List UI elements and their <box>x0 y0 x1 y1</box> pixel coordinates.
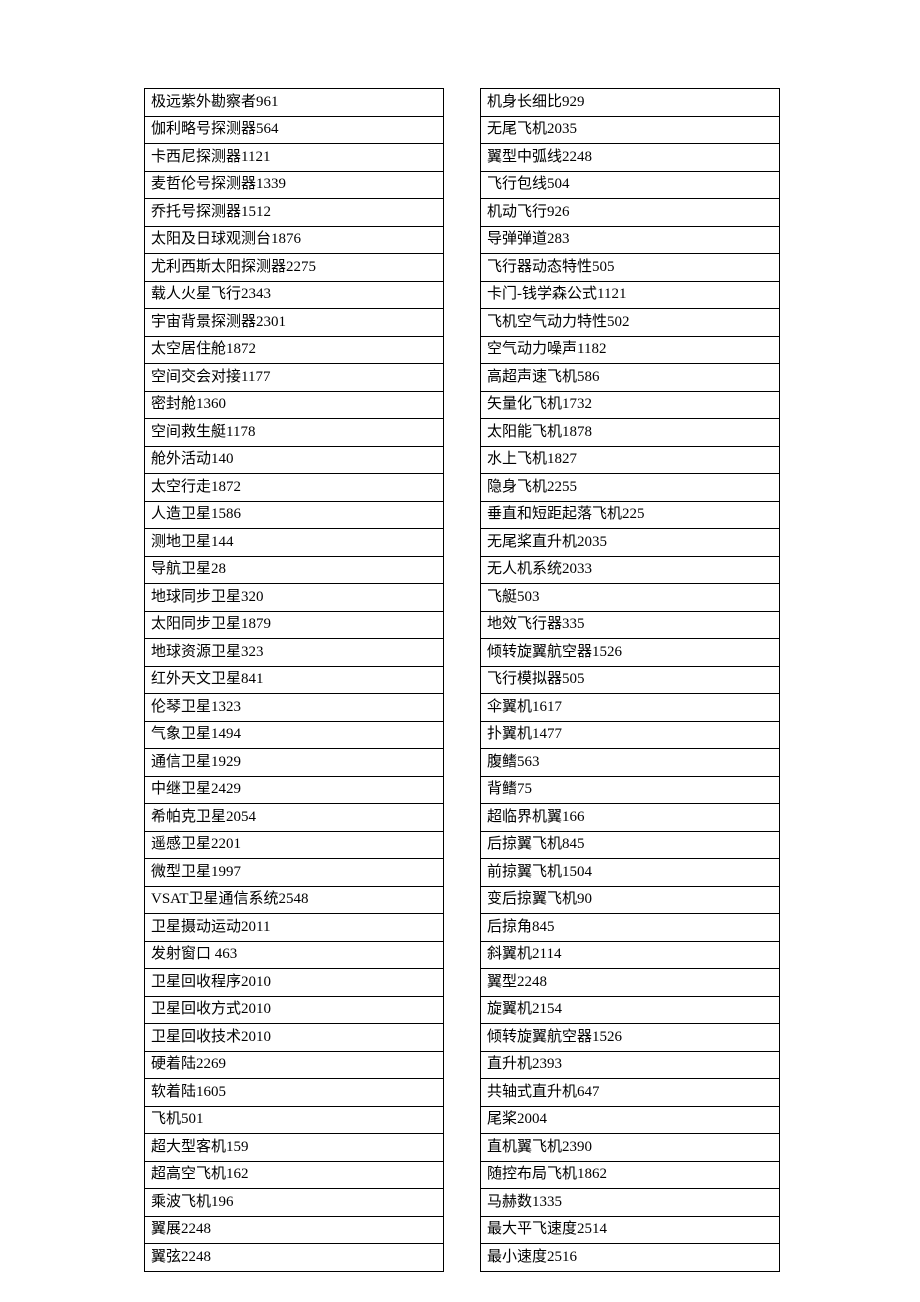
index-entry: 载人火星飞行2343 <box>144 281 444 309</box>
index-entry: 尤利西斯太阳探测器2275 <box>144 253 444 281</box>
index-entry: 变后掠翼飞机90 <box>480 886 780 914</box>
left-column: 极远紫外勘察者961伽利略号探测器564卡西尼探测器1121麦哲伦号探测器133… <box>144 88 444 1272</box>
index-entry: 翼型中弧线2248 <box>480 143 780 171</box>
index-entry: 舱外活动140 <box>144 446 444 474</box>
index-entry: 遥感卫星2201 <box>144 831 444 859</box>
index-entry: 最大平飞速度2514 <box>480 1216 780 1244</box>
index-entry: 斜翼机2114 <box>480 941 780 969</box>
index-entry: VSAT卫星通信系统2548 <box>144 886 444 914</box>
index-entry: 无尾飞机2035 <box>480 116 780 144</box>
index-entry: 地球同步卫星320 <box>144 583 444 611</box>
index-entry: 矢量化飞机1732 <box>480 391 780 419</box>
index-entry: 卡西尼探测器1121 <box>144 143 444 171</box>
index-entry: 密封舱1360 <box>144 391 444 419</box>
index-entry: 太阳能飞机1878 <box>480 418 780 446</box>
index-entry: 空间救生艇1178 <box>144 418 444 446</box>
index-entry: 超大型客机159 <box>144 1133 444 1161</box>
index-entry: 太空居住舱1872 <box>144 336 444 364</box>
index-entry: 机动飞行926 <box>480 198 780 226</box>
index-entry: 腹鳍563 <box>480 748 780 776</box>
index-entry: 伦琴卫星1323 <box>144 693 444 721</box>
index-entry: 卡门-钱学森公式1121 <box>480 281 780 309</box>
index-entry: 测地卫星144 <box>144 528 444 556</box>
index-entry: 导航卫星28 <box>144 556 444 584</box>
index-entry: 无人机系统2033 <box>480 556 780 584</box>
index-entry: 卫星回收方式2010 <box>144 996 444 1024</box>
index-entry: 伞翼机1617 <box>480 693 780 721</box>
index-entry: 中继卫星2429 <box>144 776 444 804</box>
index-entry: 麦哲伦号探测器1339 <box>144 171 444 199</box>
index-entry: 倾转旋翼航空器1526 <box>480 638 780 666</box>
index-entry: 通信卫星1929 <box>144 748 444 776</box>
index-entry: 卫星回收程序2010 <box>144 968 444 996</box>
index-entry: 背鳍75 <box>480 776 780 804</box>
index-entry: 旋翼机2154 <box>480 996 780 1024</box>
index-entry: 机身长细比929 <box>480 88 780 116</box>
index-entry: 地效飞行器335 <box>480 611 780 639</box>
index-entry: 地球资源卫星323 <box>144 638 444 666</box>
index-entry: 红外天文卫星841 <box>144 666 444 694</box>
index-entry: 直升机2393 <box>480 1051 780 1079</box>
index-entry: 太阳及日球观测台1876 <box>144 226 444 254</box>
index-entry: 尾桨2004 <box>480 1106 780 1134</box>
index-entry: 乘波飞机196 <box>144 1188 444 1216</box>
index-entry: 翼弦2248 <box>144 1243 444 1272</box>
index-entry: 空气动力噪声1182 <box>480 336 780 364</box>
index-entry: 翼型2248 <box>480 968 780 996</box>
index-entry: 后掠角845 <box>480 913 780 941</box>
index-entry: 飞行模拟器505 <box>480 666 780 694</box>
index-entry: 飞机空气动力特性502 <box>480 308 780 336</box>
index-entry: 倾转旋翼航空器1526 <box>480 1023 780 1051</box>
index-entry: 直机翼飞机2390 <box>480 1133 780 1161</box>
index-entry: 垂直和短距起落飞机225 <box>480 501 780 529</box>
index-entry: 卫星摄动运动2011 <box>144 913 444 941</box>
index-entry: 隐身飞机2255 <box>480 473 780 501</box>
index-entry: 共轴式直升机647 <box>480 1078 780 1106</box>
right-column: 机身长细比929无尾飞机2035翼型中弧线2248飞行包线504机动飞行926导… <box>480 88 780 1272</box>
index-entry: 极远紫外勘察者961 <box>144 88 444 116</box>
document-page: 极远紫外勘察者961伽利略号探测器564卡西尼探测器1121麦哲伦号探测器133… <box>0 0 920 1302</box>
index-entry: 超高空飞机162 <box>144 1161 444 1189</box>
index-entry: 导弹弹道283 <box>480 226 780 254</box>
index-entry: 硬着陆2269 <box>144 1051 444 1079</box>
index-entry: 飞艇503 <box>480 583 780 611</box>
index-entry: 随控布局飞机1862 <box>480 1161 780 1189</box>
index-entry: 宇宙背景探测器2301 <box>144 308 444 336</box>
index-entry: 软着陆1605 <box>144 1078 444 1106</box>
index-entry: 太阳同步卫星1879 <box>144 611 444 639</box>
index-entry: 扑翼机1477 <box>480 721 780 749</box>
index-entry: 卫星回收技术2010 <box>144 1023 444 1051</box>
index-entry: 无尾桨直升机2035 <box>480 528 780 556</box>
index-entry: 后掠翼飞机845 <box>480 831 780 859</box>
index-entry: 高超声速飞机586 <box>480 363 780 391</box>
index-entry: 乔托号探测器1512 <box>144 198 444 226</box>
index-entry: 空间交会对接1177 <box>144 363 444 391</box>
index-entry: 人造卫星1586 <box>144 501 444 529</box>
index-entry: 飞行器动态特性505 <box>480 253 780 281</box>
two-column-layout: 极远紫外勘察者961伽利略号探测器564卡西尼探测器1121麦哲伦号探测器133… <box>144 88 920 1272</box>
index-entry: 发射窗口 463 <box>144 941 444 969</box>
index-entry: 马赫数1335 <box>480 1188 780 1216</box>
index-entry: 希帕克卫星2054 <box>144 803 444 831</box>
index-entry: 微型卫星1997 <box>144 858 444 886</box>
index-entry: 超临界机翼166 <box>480 803 780 831</box>
index-entry: 前掠翼飞机1504 <box>480 858 780 886</box>
index-entry: 飞机501 <box>144 1106 444 1134</box>
index-entry: 飞行包线504 <box>480 171 780 199</box>
index-entry: 最小速度2516 <box>480 1243 780 1272</box>
index-entry: 翼展2248 <box>144 1216 444 1244</box>
index-entry: 伽利略号探测器564 <box>144 116 444 144</box>
index-entry: 太空行走1872 <box>144 473 444 501</box>
index-entry: 水上飞机1827 <box>480 446 780 474</box>
index-entry: 气象卫星1494 <box>144 721 444 749</box>
